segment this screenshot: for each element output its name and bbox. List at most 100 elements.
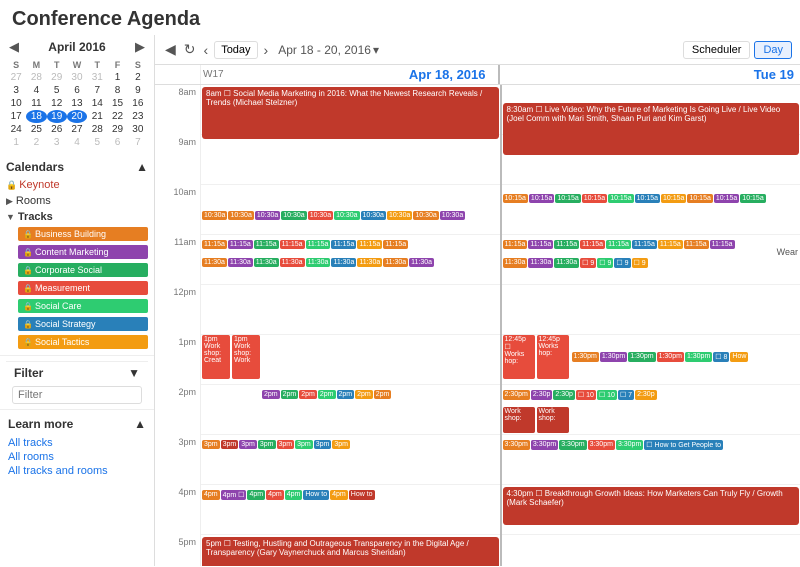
pill-2pm-2[interactable]: 2pm bbox=[281, 390, 299, 399]
toolbar-prev-btn[interactable]: ◀ bbox=[163, 39, 178, 60]
pill-4pm-4[interactable]: 4pm bbox=[266, 490, 284, 500]
cal-prev-btn[interactable]: ◀ bbox=[6, 39, 22, 55]
pill-1130b-5[interactable]: ☐ 9 bbox=[597, 258, 613, 268]
pill-1130b-3[interactable]: 11:30a bbox=[554, 258, 579, 268]
cal-day[interactable]: 4 bbox=[26, 84, 46, 97]
cal-day[interactable]: 24 bbox=[6, 123, 26, 136]
cal-day[interactable]: 4 bbox=[67, 136, 87, 149]
pill-130-7[interactable]: How bbox=[730, 352, 748, 362]
pill-330-3[interactable]: 3:30pm bbox=[559, 440, 586, 450]
pill-10am-9[interactable]: 10:30a bbox=[413, 211, 438, 220]
pill-130-3[interactable]: 1:30pm bbox=[628, 352, 655, 362]
pill-1115-3[interactable]: 11:15a bbox=[554, 240, 579, 249]
pill-1130-5[interactable]: 11:30a bbox=[306, 258, 331, 267]
pill-1015-5[interactable]: 10:15a bbox=[608, 194, 633, 203]
workshop-1pm-apr19-2[interactable]: 12:45pWorkshop: bbox=[537, 335, 569, 379]
cal-day[interactable]: 12 bbox=[47, 97, 67, 110]
sidebar-track-social-tactics[interactable]: 🔒 Social Tactics bbox=[18, 333, 148, 351]
pill-1115-4[interactable]: 11:15a bbox=[580, 240, 605, 249]
pill-330-6[interactable]: ☐ How to Get People to bbox=[644, 440, 723, 450]
pill-330-4[interactable]: 3:30pm bbox=[588, 440, 615, 450]
pill-230-3[interactable]: 2:30p bbox=[553, 390, 575, 400]
sidebar-item-tracks[interactable]: ▼ Tracks bbox=[6, 209, 148, 225]
cal-day[interactable]: 5 bbox=[87, 136, 107, 149]
pill-1015-8[interactable]: 10:15a bbox=[687, 194, 712, 203]
cal-day[interactable]: 10 bbox=[6, 97, 26, 110]
cal-day[interactable]: 29 bbox=[47, 71, 67, 84]
workshop-230-2[interactable]: Workshop: bbox=[537, 407, 569, 433]
day-view-btn[interactable]: Day bbox=[754, 41, 792, 59]
learn-more-header[interactable]: Learn more ▲ bbox=[8, 414, 146, 434]
pill-2pm-5[interactable]: 2pm bbox=[337, 390, 355, 399]
cal-day[interactable]: 28 bbox=[26, 71, 46, 84]
pill-1115-6[interactable]: 11:15a bbox=[632, 240, 657, 249]
sidebar-item-rooms[interactable]: ▶ Rooms bbox=[6, 193, 148, 209]
pill-10am-10[interactable]: 10:30a bbox=[440, 211, 465, 220]
pill-10am-4[interactable]: 10:30a bbox=[281, 211, 306, 220]
pill-230-2[interactable]: 2:30p bbox=[531, 390, 553, 400]
cal-day-19[interactable]: 19 bbox=[47, 110, 67, 123]
pill-1130-8[interactable]: 11:30a bbox=[383, 258, 408, 267]
calendar-body[interactable]: 8am 9am 10am 11am 12pm 1pm 2pm 3pm 4pm 5… bbox=[155, 85, 800, 566]
toolbar-forward-btn[interactable]: › bbox=[262, 40, 271, 60]
cal-day[interactable]: 2 bbox=[128, 71, 148, 84]
sidebar-track-social-care[interactable]: 🔒 Social Care bbox=[18, 297, 148, 315]
cal-day[interactable]: 21 bbox=[87, 110, 107, 123]
sidebar-track-business-building[interactable]: 🔒 Business Building bbox=[18, 225, 148, 243]
pill-4pm-5[interactable]: 4pm bbox=[285, 490, 303, 500]
pill-10am-8[interactable]: 10:30a bbox=[387, 211, 412, 220]
pill-3pm-7[interactable]: 3pm bbox=[314, 440, 332, 449]
pill-1130-1[interactable]: 11:30a bbox=[202, 258, 227, 267]
cal-day[interactable]: 13 bbox=[67, 97, 87, 110]
cal-day[interactable]: 2 bbox=[26, 136, 46, 149]
cal-day[interactable]: 3 bbox=[47, 136, 67, 149]
sidebar-track-content-marketing[interactable]: 🔒 Content Marketing bbox=[18, 243, 148, 261]
pill-1130-6[interactable]: 11:30a bbox=[331, 258, 356, 267]
pill-3pm-6[interactable]: 3pm bbox=[295, 440, 313, 449]
pill-130-1[interactable]: 1:30pm bbox=[572, 352, 599, 362]
pill-10am-3[interactable]: 10:30a bbox=[255, 211, 280, 220]
pill-1130-2[interactable]: 11:30a bbox=[228, 258, 253, 267]
cal-day[interactable]: 31 bbox=[87, 71, 107, 84]
pill-4pm-8[interactable]: How to bbox=[349, 490, 375, 500]
pill-1130-9[interactable]: 11:30a bbox=[409, 258, 434, 267]
pill-130-4[interactable]: 1:30pm bbox=[657, 352, 684, 362]
cal-day[interactable]: 22 bbox=[107, 110, 127, 123]
cal-day[interactable]: 27 bbox=[67, 123, 87, 136]
pill-330-1[interactable]: 3:30pm bbox=[503, 440, 530, 450]
cal-day[interactable]: 9 bbox=[128, 84, 148, 97]
pill-10am-2[interactable]: 10:30a bbox=[228, 211, 253, 220]
pill-1130-7[interactable]: 11:30a bbox=[357, 258, 382, 267]
pill-3pm-3[interactable]: 3pm bbox=[239, 440, 257, 449]
link-all-rooms[interactable]: All rooms bbox=[8, 450, 146, 464]
link-all-tracks[interactable]: All tracks bbox=[8, 436, 146, 450]
pill-2pm-3[interactable]: 2pm bbox=[299, 390, 317, 399]
pill-1130-4[interactable]: 11:30a bbox=[280, 258, 305, 267]
pill-1015-7[interactable]: 10:15a bbox=[661, 194, 686, 203]
cal-day[interactable]: 29 bbox=[107, 123, 127, 136]
cal-day[interactable]: 7 bbox=[128, 136, 148, 149]
pill-10am-5[interactable]: 10:30a bbox=[308, 211, 333, 220]
pill-1115-9[interactable]: 11:15a bbox=[710, 240, 735, 249]
pill-4pm-7[interactable]: 4pm bbox=[330, 490, 348, 500]
pill-1015-9[interactable]: 10:15a bbox=[714, 194, 739, 203]
pill-4pm-2[interactable]: 4pm ☐ bbox=[221, 490, 247, 500]
sidebar-track-corporate-social[interactable]: 🔒 Corporate Social bbox=[18, 261, 148, 279]
pill-11am-1[interactable]: 11:15a bbox=[202, 240, 227, 249]
toolbar-back-btn[interactable]: ‹ bbox=[202, 40, 211, 60]
cal-day[interactable]: 25 bbox=[26, 123, 46, 136]
pill-230-4[interactable]: ☐ 10 bbox=[576, 390, 596, 400]
pill-3pm-1[interactable]: 3pm bbox=[202, 440, 220, 449]
filter-header[interactable]: Filter ▼ bbox=[6, 361, 148, 384]
event-apr19-830am[interactable]: 8:30am ☐ Live Video: Why the Future of M… bbox=[503, 103, 800, 155]
pill-2pm-1[interactable]: 2pm bbox=[262, 390, 280, 399]
cal-day[interactable]: 3 bbox=[6, 84, 26, 97]
pill-4pm-3[interactable]: 4pm bbox=[247, 490, 265, 500]
cal-day[interactable]: 23 bbox=[128, 110, 148, 123]
link-all-tracks-rooms[interactable]: All tracks and rooms bbox=[8, 464, 146, 478]
pill-11am-8[interactable]: 11:15a bbox=[383, 240, 408, 249]
event-apr19-430pm[interactable]: 4:30pm ☐ Breakthrough Growth Ideas: How … bbox=[503, 487, 800, 525]
pill-11am-5[interactable]: 11:15a bbox=[306, 240, 331, 249]
workshop-1pm-2[interactable]: 1pmWorkshop:Work bbox=[232, 335, 260, 379]
cal-day[interactable]: 15 bbox=[107, 97, 127, 110]
